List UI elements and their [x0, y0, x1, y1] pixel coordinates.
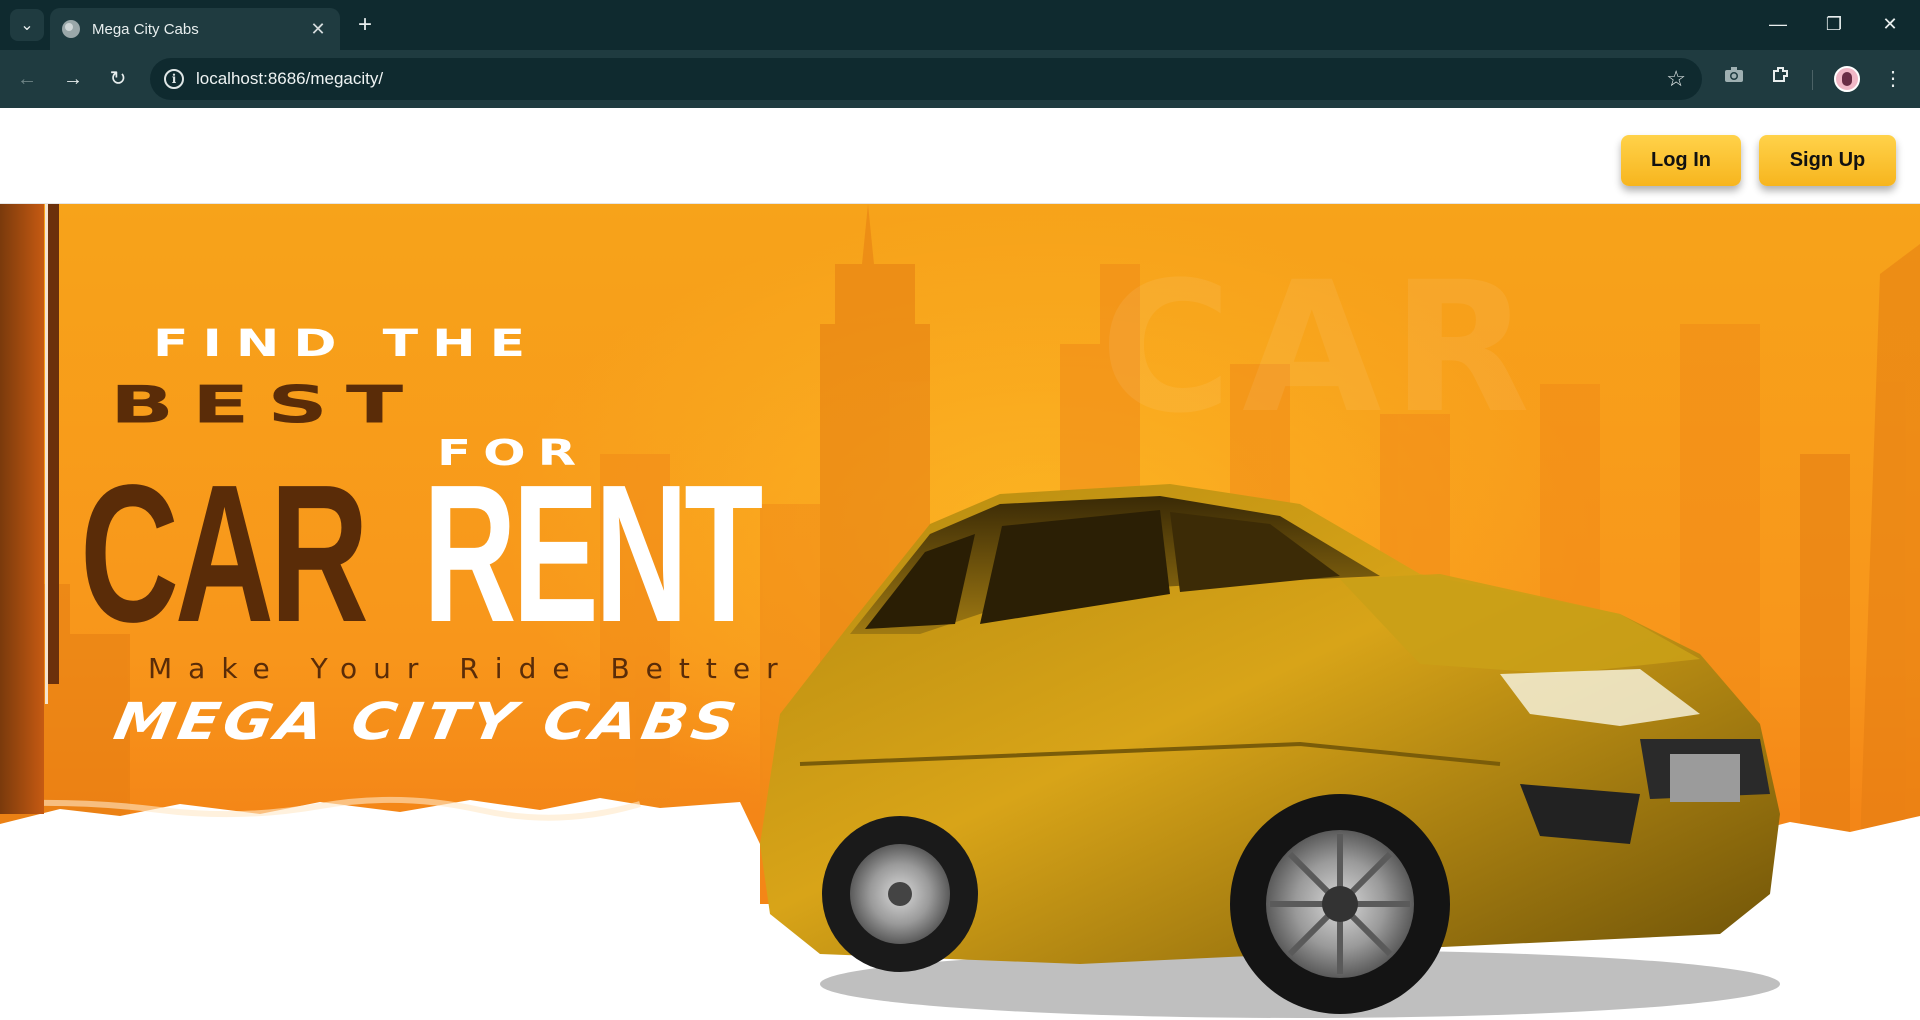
watermark-text: CAR [1100, 244, 1541, 453]
forward-icon[interactable]: → [58, 64, 88, 94]
back-icon[interactable]: ← [12, 64, 42, 94]
restore-button[interactable]: ❐ [1814, 10, 1854, 38]
extensions-icon[interactable] [1766, 64, 1796, 94]
address-bar[interactable]: i localhost:8686/megacity/ ☆ [150, 58, 1702, 100]
headline-find-the: FIND THE [153, 322, 540, 366]
bookmark-star-icon[interactable]: ☆ [1666, 66, 1686, 92]
browser-toolbar: ← → ↻ i localhost:8686/megacity/ ☆ ⋮ [0, 50, 1920, 108]
url-text[interactable]: localhost:8686/megacity/ [196, 69, 383, 89]
brand-logo-text: MEGA CITY CABS [109, 692, 745, 752]
minimize-button[interactable]: — [1758, 10, 1798, 38]
headline-rent: RENT [423, 444, 763, 663]
toolbar-divider [1812, 70, 1813, 90]
site-header: Log In Sign Up [0, 108, 1920, 204]
tab-title: Mega City Cabs [92, 20, 199, 38]
close-tab-icon[interactable]: ✕ [308, 19, 328, 40]
browser-tab[interactable]: Mega City Cabs ✕ [50, 8, 340, 50]
globe-icon [62, 20, 80, 38]
new-tab-button[interactable]: + [352, 12, 378, 38]
accent-line [45, 204, 48, 704]
hero-banner: MEGA CAB CAR FIND THE BEST FOR CAR RENT … [0, 204, 1920, 1020]
login-button[interactable]: Log In [1621, 135, 1741, 186]
hero-tagline: Make Your Ride Better [148, 652, 794, 685]
site-info-icon[interactable]: i [164, 69, 184, 89]
accent-stripe [0, 204, 44, 814]
chevron-down-icon: ⌄ [20, 17, 34, 34]
signup-button[interactable]: Sign Up [1759, 135, 1896, 186]
reload-icon[interactable]: ↻ [103, 64, 133, 94]
camera-icon[interactable] [1719, 64, 1749, 94]
tab-search-button[interactable]: ⌄ [10, 9, 44, 41]
headline-car: CAR [80, 444, 369, 663]
browser-tab-bar: ⌄ Mega City Cabs ✕ + — ❐ ✕ [0, 0, 1920, 50]
menu-icon[interactable]: ⋮ [1878, 64, 1908, 94]
close-window-button[interactable]: ✕ [1870, 10, 1910, 38]
accent-stripe [47, 204, 59, 684]
car-image [760, 484, 1780, 1018]
profile-avatar[interactable] [1834, 66, 1860, 92]
headline-best: BEST [110, 374, 422, 435]
